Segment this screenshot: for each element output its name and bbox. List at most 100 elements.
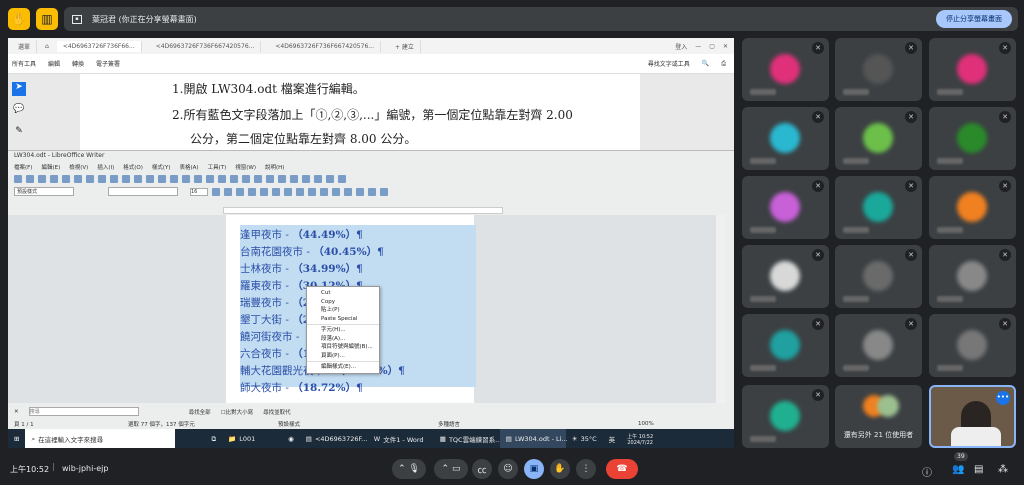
menu-tab[interactable]: 選單 xyxy=(12,39,38,53)
menu-item[interactable]: 插入(I) xyxy=(97,163,114,171)
underline-icon[interactable] xyxy=(236,187,244,196)
context-menu-item[interactable]: Cut xyxy=(307,289,379,298)
participant-tile[interactable]: ✕ xyxy=(742,38,829,101)
comment-icon[interactable] xyxy=(302,174,310,183)
subscript-icon[interactable] xyxy=(272,187,280,196)
font-size-select[interactable]: 16 xyxy=(190,187,208,196)
tab-1[interactable]: <4D6963726F736F66... xyxy=(56,40,142,52)
weather[interactable]: ☀ 35°C xyxy=(566,429,603,448)
document-line[interactable]: 台南花園夜市 - （40.45%）¶ xyxy=(240,244,384,259)
document-line[interactable]: 師大夜市 - （18.72%）¶ xyxy=(240,380,363,395)
new-tab-button[interactable]: + 建立 xyxy=(389,39,421,53)
bullets-icon[interactable] xyxy=(320,187,328,196)
menu-item[interactable]: 表格(A) xyxy=(180,163,199,171)
cut-icon[interactable] xyxy=(86,174,94,183)
preview-icon[interactable] xyxy=(74,174,82,183)
presentation-indicator[interactable]: ▥ xyxy=(36,8,58,30)
context-menu-item[interactable]: 段落(A)... xyxy=(307,335,379,344)
convert[interactable]: 轉換 xyxy=(72,59,84,68)
clone-icon[interactable] xyxy=(122,174,130,183)
numbering-icon[interactable] xyxy=(332,187,340,196)
find-all-button[interactable]: 尋找全部 xyxy=(189,408,211,416)
participant-tile[interactable]: ✕ xyxy=(835,38,922,101)
taskbar-app-pdf[interactable]: ▤ <4D6963726F... xyxy=(300,429,368,448)
ime-indicator[interactable]: 英 xyxy=(603,429,622,448)
highlight-icon[interactable] xyxy=(308,187,316,196)
raise-hand-button[interactable]: ✋ xyxy=(550,459,570,479)
undo-icon[interactable] xyxy=(134,174,142,183)
signin-button[interactable]: 登入 xyxy=(675,42,687,51)
ruler[interactable] xyxy=(223,207,503,214)
present-button[interactable]: ▣ xyxy=(524,459,544,479)
menu-item[interactable]: 說明(H) xyxy=(265,163,284,171)
formatting-marks-icon[interactable] xyxy=(182,174,190,183)
close-icon[interactable]: ✕ xyxy=(723,43,734,50)
stop-sharing-button[interactable]: 停止分享螢幕畫面 xyxy=(936,10,1012,28)
microphone-button[interactable]: ⌃ 🎙 xyxy=(392,459,426,479)
participant-tile[interactable]: ✕ xyxy=(929,245,1016,308)
raise-hand-indicator[interactable]: ✋ xyxy=(8,8,30,30)
context-menu-item[interactable]: 頁面(P)... xyxy=(307,352,379,361)
edit[interactable]: 編輯 xyxy=(48,59,60,68)
participant-tile[interactable]: ✕ xyxy=(835,245,922,308)
participant-tile[interactable]: ✕ xyxy=(742,176,829,239)
pdf-icon[interactable] xyxy=(50,174,58,183)
align-right-icon[interactable] xyxy=(368,187,376,196)
menu-item[interactable]: 樣式(Y) xyxy=(152,163,171,171)
bold-icon[interactable] xyxy=(212,187,220,196)
menu-item[interactable]: 格式(O) xyxy=(123,163,143,171)
chart-icon[interactable] xyxy=(218,174,226,183)
table-icon[interactable] xyxy=(194,174,202,183)
document-line[interactable]: 逢甲夜市 - （44.49%）¶ xyxy=(240,227,363,242)
paragraph-style-select[interactable]: 預設樣式 xyxy=(14,187,74,196)
textbox-icon[interactable] xyxy=(230,174,238,183)
participant-tile[interactable]: ✕ xyxy=(929,107,1016,170)
shapes-icon[interactable] xyxy=(338,174,346,183)
taskbar-app-chrome[interactable]: ◉ xyxy=(282,429,300,448)
find-icon[interactable] xyxy=(158,174,166,183)
find-input[interactable] xyxy=(28,407,139,416)
minimize-icon[interactable]: — xyxy=(695,43,701,50)
close-find-icon[interactable]: ✕ xyxy=(14,409,19,415)
home-icon[interactable]: ⌂ xyxy=(45,43,49,50)
participant-tile[interactable]: ✕ xyxy=(835,314,922,377)
participant-tile[interactable]: ✕ xyxy=(929,314,1016,377)
tab-2[interactable]: <4D6963726F736F667420576... xyxy=(150,40,262,52)
menu-item[interactable]: 視窗(W) xyxy=(235,163,256,171)
participant-tile[interactable]: ✕ xyxy=(835,107,922,170)
redo-icon[interactable] xyxy=(146,174,154,183)
participant-tile[interactable]: ✕ xyxy=(742,385,829,448)
menu-item[interactable]: 檢視(V) xyxy=(69,163,88,171)
find-replace-button[interactable]: 尋找並取代 xyxy=(263,408,291,416)
participant-tile[interactable]: ✕ xyxy=(742,314,829,377)
copy-icon[interactable] xyxy=(98,174,106,183)
spellcheck-icon[interactable] xyxy=(170,174,178,183)
open-icon[interactable] xyxy=(26,174,34,183)
superscript-icon[interactable] xyxy=(260,187,268,196)
context-menu-item[interactable]: Paste Special xyxy=(307,315,379,324)
chat-icon[interactable]: ▤ xyxy=(974,464,983,475)
participant-tile[interactable]: ✕ xyxy=(835,176,922,239)
info-icon[interactable]: ⓘ xyxy=(922,464,932,479)
participant-tile[interactable]: ✕ xyxy=(742,107,829,170)
line-icon[interactable] xyxy=(326,174,334,183)
clock[interactable]: 上午 10:52 2024/7/22 xyxy=(621,429,659,448)
field-icon[interactable] xyxy=(254,174,262,183)
participant-tile[interactable]: ✕ xyxy=(929,176,1016,239)
link-icon[interactable] xyxy=(278,174,286,183)
captions-button[interactable]: ㏄ xyxy=(472,459,492,479)
paste-icon[interactable] xyxy=(110,174,118,183)
people-icon[interactable]: 👥 xyxy=(952,464,964,475)
align-center-icon[interactable] xyxy=(356,187,364,196)
camera-button[interactable]: ⌃ ▭ xyxy=(434,459,468,479)
footnote-icon[interactable] xyxy=(290,174,298,183)
track-icon[interactable] xyxy=(314,174,322,183)
italic-icon[interactable] xyxy=(224,187,232,196)
self-video-tile[interactable]: ••• xyxy=(929,385,1016,448)
pen-icon[interactable]: ✎ xyxy=(12,126,26,140)
justify-icon[interactable] xyxy=(380,187,388,196)
task-view-icon[interactable]: ⧉ xyxy=(205,429,222,448)
document-line[interactable]: 士林夜市 - （34.99%）¶ xyxy=(240,261,363,276)
emoji-button[interactable]: ☺ xyxy=(498,459,518,479)
taskbar-app-writer[interactable]: ▤ LW304.odt - Li... xyxy=(499,429,568,448)
